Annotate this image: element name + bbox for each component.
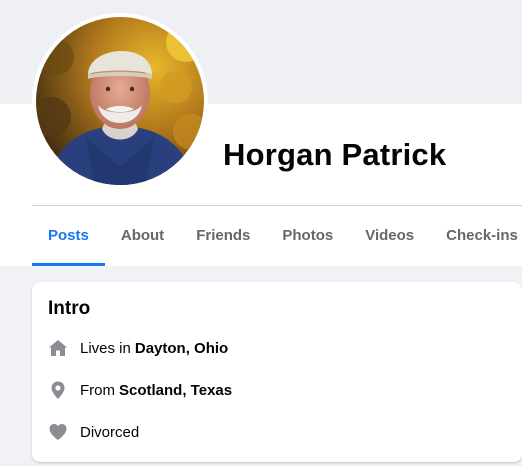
heart-icon — [48, 422, 68, 442]
profile-name: Horgan Patrick — [223, 137, 447, 172]
relationship-status: Divorced — [80, 423, 140, 441]
tab-photos[interactable]: Photos — [266, 206, 349, 266]
hometown-prefix: From — [80, 381, 115, 399]
tab-videos[interactable]: Videos — [349, 206, 430, 266]
profile-picture[interactable] — [32, 13, 208, 189]
tab-posts[interactable]: Posts — [32, 206, 105, 266]
intro-item-hometown: From Scotland, Texas — [48, 378, 232, 402]
avatar[interactable] — [36, 17, 204, 185]
intro-item-relationship: Divorced — [48, 420, 139, 444]
tab-friends[interactable]: Friends — [180, 206, 266, 266]
location-pin-icon — [48, 380, 68, 400]
intro-card: Intro Lives in Dayton, Ohio From Scotlan… — [32, 282, 522, 462]
residence-prefix: Lives in — [80, 339, 131, 357]
profile-tabs: Posts About Friends Photos Videos Check-… — [32, 206, 522, 266]
tab-check-ins[interactable]: Check-ins — [430, 206, 522, 266]
avatar-photo — [36, 17, 204, 185]
intro-item-residence: Lives in Dayton, Ohio — [48, 336, 228, 360]
intro-title: Intro — [48, 298, 91, 319]
home-icon — [48, 338, 68, 358]
residence-value[interactable]: Dayton, Ohio — [135, 340, 228, 357]
tab-about[interactable]: About — [105, 206, 180, 266]
hometown-value[interactable]: Scotland, Texas — [119, 382, 232, 399]
